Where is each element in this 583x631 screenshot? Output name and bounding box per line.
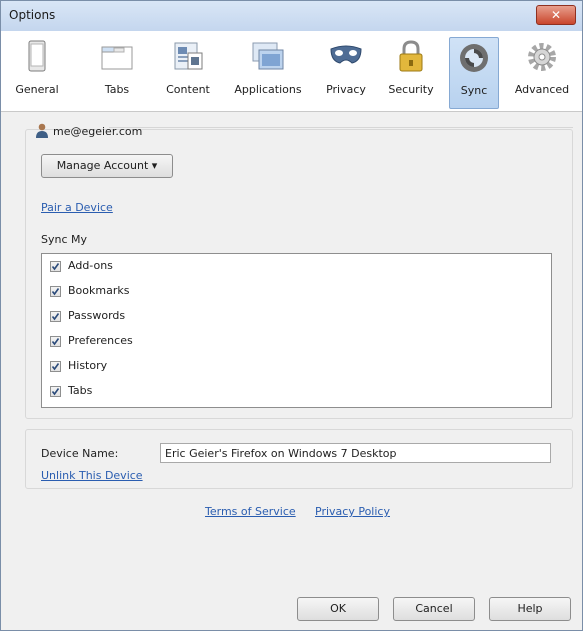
tab-general[interactable]: General	[9, 39, 65, 105]
help-button[interactable]: Help	[489, 597, 571, 621]
tabs-label: Tabs	[68, 384, 93, 397]
applications-icon	[252, 42, 284, 70]
device-name-input[interactable]	[160, 443, 551, 463]
tab-sync[interactable]: Sync	[449, 37, 499, 109]
close-button[interactable]: ✕	[536, 5, 576, 25]
groupbox-divider	[109, 127, 573, 128]
tabs-icon	[101, 46, 133, 70]
options-window: Options ✕ General Tabs Content Applicati…	[0, 0, 583, 631]
history-label: History	[68, 359, 108, 372]
device-name-label: Device Name:	[41, 447, 119, 460]
privacy-mask-icon	[330, 45, 362, 64]
tab-security[interactable]: Security	[383, 39, 439, 105]
privacy-policy-link[interactable]: Privacy Policy	[315, 505, 390, 518]
tab-advanced-label: Advanced	[514, 83, 570, 96]
tab-privacy-label: Privacy	[326, 83, 366, 96]
ok-button[interactable]: OK	[297, 597, 379, 621]
window-title: Options	[9, 8, 56, 22]
sync-my-label: Sync My	[41, 233, 88, 246]
bookmarks-label: Bookmarks	[68, 284, 130, 297]
unlink-device-link[interactable]: Unlink This Device	[41, 469, 143, 482]
bookmarks-checkbox[interactable]	[50, 286, 61, 297]
general-icon	[28, 40, 46, 72]
gear-icon	[528, 43, 556, 71]
addons-checkbox[interactable]	[50, 261, 61, 272]
tabs-checkbox[interactable]	[50, 386, 61, 397]
tab-content-label: Content	[166, 83, 210, 96]
tab-content[interactable]: Content	[155, 39, 221, 105]
preferences-checkbox[interactable]	[50, 336, 61, 347]
tab-tabs[interactable]: Tabs	[89, 39, 145, 105]
preferences-label: Preferences	[68, 334, 133, 347]
passwords-checkbox[interactable]	[50, 311, 61, 322]
sync-icon	[460, 44, 488, 72]
tab-advanced[interactable]: Advanced	[509, 39, 575, 105]
tab-applications-label: Applications	[234, 83, 302, 96]
tab-sync-label: Sync	[460, 84, 488, 97]
history-checkbox[interactable]	[50, 361, 61, 372]
terms-of-service-link[interactable]: Terms of Service	[205, 505, 296, 518]
padlock-icon	[399, 40, 423, 72]
manage-account-button[interactable]: Manage Account ▾	[41, 154, 173, 178]
addons-label: Add-ons	[68, 259, 113, 272]
title-bar: Options ✕	[1, 1, 582, 31]
user-icon	[36, 123, 48, 138]
tab-applications[interactable]: Applications	[225, 39, 311, 105]
pair-device-link[interactable]: Pair a Device	[41, 201, 113, 214]
tab-privacy[interactable]: Privacy	[319, 39, 373, 105]
cancel-button[interactable]: Cancel	[393, 597, 475, 621]
tab-security-label: Security	[388, 83, 434, 96]
tab-tabs-label: Tabs	[104, 83, 130, 96]
passwords-label: Passwords	[68, 309, 126, 322]
tab-general-label: General	[15, 83, 59, 96]
options-toolbar: General Tabs Content Applications Privac…	[1, 31, 582, 112]
content-icon	[174, 42, 203, 70]
sync-items-list: Add-ons Bookmarks Passwords Preferences …	[41, 253, 552, 408]
close-icon: ✕	[550, 8, 562, 22]
